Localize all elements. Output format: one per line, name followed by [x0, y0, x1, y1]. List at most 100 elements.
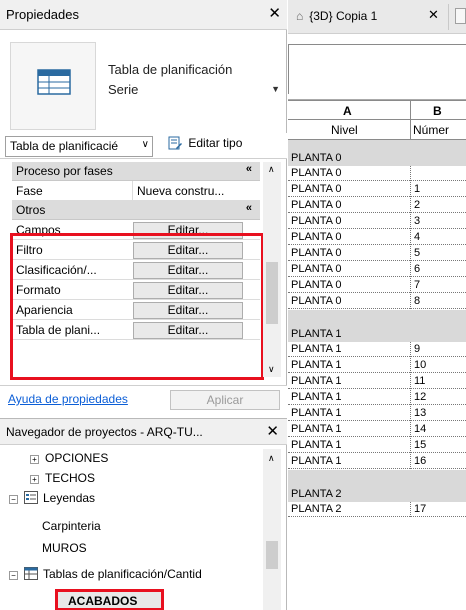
table-row[interactable]: PLANTA 1 16 [288, 454, 466, 469]
schedule-group-header[interactable]: PLANTA 1 [288, 310, 466, 342]
table-row[interactable]: PLANTA 1 11 [288, 374, 466, 389]
edit-tabla-button[interactable]: Editar... [133, 322, 243, 339]
cell-nivel[interactable]: PLANTA 1 [291, 407, 342, 419]
cell-numero[interactable]: 5 [414, 247, 420, 259]
table-row[interactable]: PLANTA 0 5 [288, 246, 466, 261]
cell-numero[interactable]: 15 [414, 439, 426, 451]
table-row[interactable]: PLANTA 0 7 [288, 278, 466, 293]
browser-scrollbar[interactable]: ∧ [263, 449, 281, 610]
collapse-icon[interactable]: − [9, 495, 18, 504]
collapse-icon[interactable]: − [9, 571, 18, 580]
edit-filtro-button[interactable]: Editar... [133, 242, 243, 259]
cell-nivel[interactable]: PLANTA 0 [291, 295, 342, 307]
table-row[interactable]: PLANTA 0 4 [288, 230, 466, 245]
cell-numero[interactable]: 8 [414, 295, 420, 307]
edit-campos-button[interactable]: Editar... [133, 222, 243, 239]
cell-numero[interactable]: 17 [414, 503, 426, 515]
cell-nivel[interactable]: PLANTA 1 [291, 391, 342, 403]
scroll-up-icon[interactable]: ∧ [268, 453, 275, 464]
edit-clasificacion-button[interactable]: Editar... [133, 262, 243, 279]
cell-nivel[interactable]: PLANTA 1 [291, 423, 342, 435]
cell-nivel[interactable]: PLANTA 0 [291, 183, 342, 195]
cell-numero[interactable]: 3 [414, 215, 420, 227]
column-header-numero[interactable]: Númer [413, 123, 449, 137]
cell-nivel[interactable]: PLANTA 0 [291, 231, 342, 243]
cell-numero[interactable]: 13 [414, 407, 426, 419]
cell-numero[interactable]: 12 [414, 391, 426, 403]
table-row[interactable]: PLANTA 1 10 [288, 358, 466, 373]
cell-numero[interactable]: 11 [414, 375, 425, 387]
cell-numero[interactable]: 6 [414, 263, 420, 275]
next-tab-icon[interactable] [455, 8, 466, 24]
table-row[interactable]: PLANTA 0 2 [288, 198, 466, 213]
scrollbar-thumb[interactable] [266, 541, 278, 569]
cell-nivel[interactable]: PLANTA 1 [291, 375, 342, 387]
scroll-down-icon[interactable]: ∨ [268, 364, 275, 375]
table-row[interactable]: PLANTA 1 9 [288, 342, 466, 357]
close-icon[interactable]: ✕ [266, 422, 279, 440]
cell-numero[interactable]: 1 [414, 183, 420, 195]
column-letter-a[interactable]: A [343, 104, 352, 118]
schedule-group-header[interactable]: PLANTA 2 [288, 470, 466, 502]
tree-item-muros[interactable]: MUROS [42, 541, 87, 559]
expand-icon[interactable]: + [30, 455, 39, 464]
close-icon[interactable]: ✕ [268, 4, 281, 22]
table-row[interactable]: PLANTA 0 [288, 166, 466, 181]
cell-nivel[interactable]: PLANTA 0 [291, 215, 342, 227]
tree-item-tablas[interactable]: − Tablas de planificación/Cantid [9, 567, 202, 585]
cell-nivel[interactable]: PLANTA 0 [291, 167, 342, 179]
expand-icon[interactable]: + [30, 475, 39, 484]
cell-numero[interactable]: 4 [414, 231, 420, 243]
cell-nivel[interactable]: PLANTA 0 [291, 199, 342, 211]
table-row[interactable]: PLANTA 0 1 [288, 182, 466, 197]
table-row[interactable]: PLANTA 0 6 [288, 262, 466, 277]
cell-numero[interactable]: 9 [414, 343, 420, 355]
properties-help-link[interactable]: Ayuda de propiedades [8, 392, 128, 406]
column-header-nivel[interactable]: Nivel [331, 123, 358, 137]
type-selector[interactable]: Tabla de planificación Serie ▼ [10, 42, 286, 130]
edit-type-button[interactable]: Editar tipo [168, 136, 242, 150]
schedule-group-header[interactable]: PLANTA 0 [288, 140, 466, 166]
cell-nivel[interactable]: PLANTA 1 [291, 439, 342, 451]
properties-scrollbar[interactable]: ∧ ∨ [263, 162, 281, 377]
apply-button[interactable]: Aplicar [170, 390, 280, 410]
tree-item-carpinteria[interactable]: Carpinteria [42, 519, 101, 537]
view-tab[interactable]: ⌂ {3D} Copia 1 ✕ [288, 0, 466, 34]
edit-formato-button[interactable]: Editar... [133, 282, 243, 299]
property-value-fase[interactable]: Nueva constru... [132, 181, 260, 201]
cell-nivel[interactable]: PLANTA 0 [291, 247, 342, 259]
cell-nivel[interactable]: PLANTA 2 [291, 503, 342, 515]
table-row[interactable]: PLANTA 1 13 [288, 406, 466, 421]
edit-apariencia-button[interactable]: Editar... [133, 302, 243, 319]
cell-numero[interactable]: 14 [414, 423, 426, 435]
cell-nivel[interactable]: PLANTA 1 [291, 359, 342, 371]
group-otros[interactable]: Otros « [12, 201, 260, 220]
column-letter-b[interactable]: B [433, 104, 442, 118]
tree-item-leyendas[interactable]: − Leyendas [9, 491, 95, 509]
cell-numero[interactable]: 10 [414, 359, 426, 371]
table-row[interactable]: PLANTA 1 12 [288, 390, 466, 405]
scrollbar-thumb[interactable] [266, 262, 278, 324]
collapse-icon[interactable]: « [246, 202, 252, 214]
table-row[interactable]: PLANTA 1 14 [288, 422, 466, 437]
tree-item-acabados-selected[interactable]: ACABADOS [55, 589, 164, 610]
cell-numero[interactable]: 16 [414, 455, 426, 467]
scroll-up-icon[interactable]: ∧ [268, 164, 275, 175]
cell-numero[interactable]: 2 [414, 199, 420, 211]
table-row[interactable]: PLANTA 1 15 [288, 438, 466, 453]
table-row[interactable]: PLANTA 0 8 [288, 294, 466, 309]
tree-item-techos[interactable]: + TECHOS [30, 471, 95, 489]
chevron-down-icon[interactable]: ▼ [271, 84, 280, 94]
collapse-icon[interactable]: « [246, 163, 252, 175]
cell-nivel[interactable]: PLANTA 1 [291, 343, 342, 355]
cell-nivel[interactable]: PLANTA 0 [291, 279, 342, 291]
close-icon[interactable]: ✕ [428, 7, 439, 23]
cell-nivel[interactable]: PLANTA 0 [291, 263, 342, 275]
cell-numero[interactable]: 7 [414, 279, 420, 291]
table-row[interactable]: PLANTA 0 3 [288, 214, 466, 229]
group-proceso-por-fases[interactable]: Proceso por fases « [12, 162, 260, 181]
table-row[interactable]: PLANTA 2 17 [288, 502, 466, 517]
instance-filter-dropdown[interactable]: Tabla de planificacié ∨ [5, 136, 153, 157]
tree-item-opciones[interactable]: + OPCIONES [30, 451, 108, 469]
cell-nivel[interactable]: PLANTA 1 [291, 455, 342, 467]
